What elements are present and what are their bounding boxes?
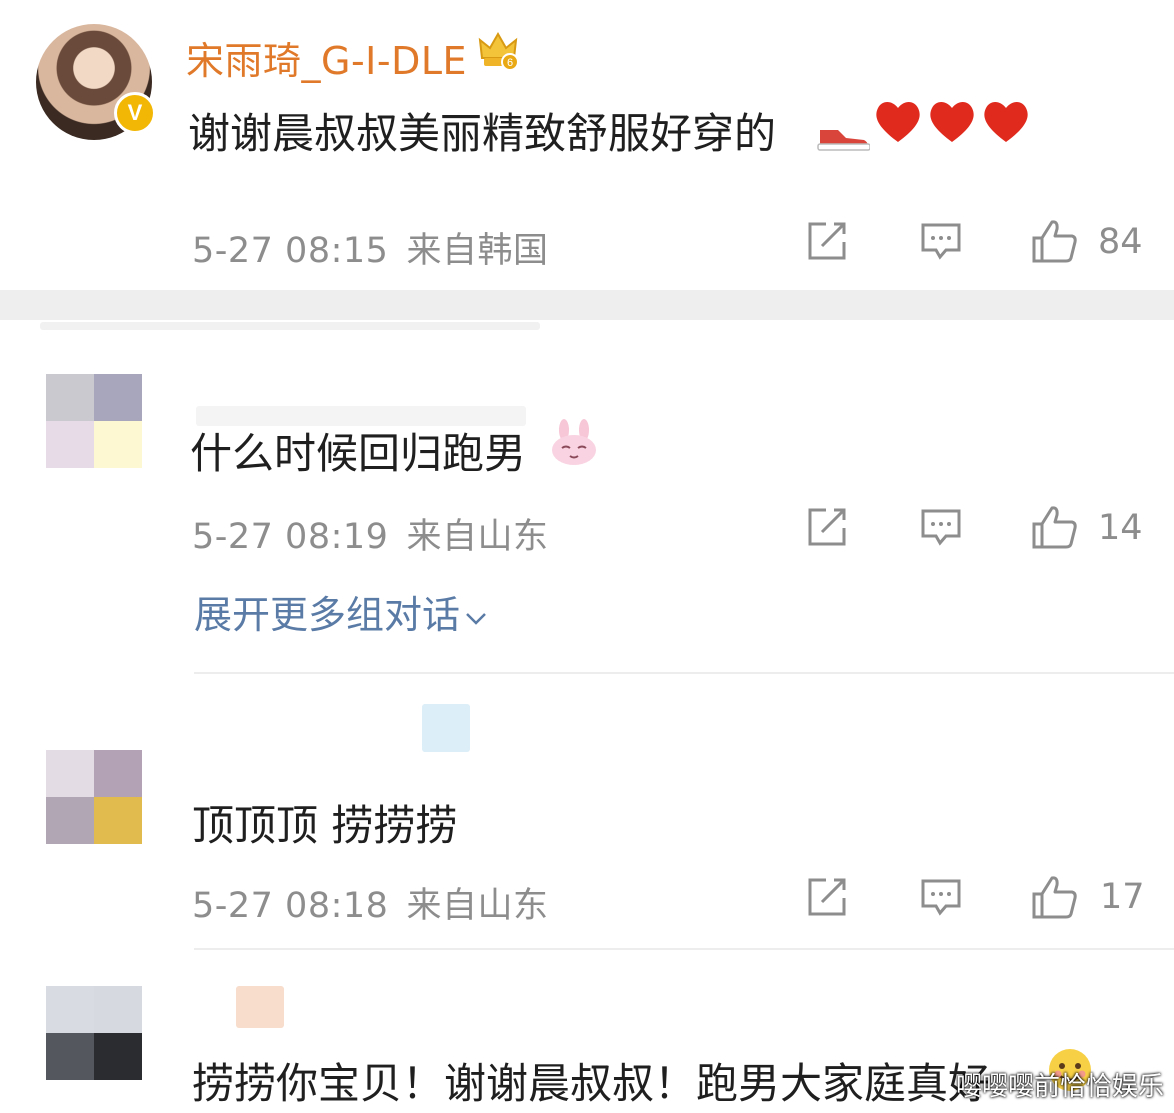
thumbs-up-icon[interactable] (1030, 874, 1078, 920)
comment-text-content: 捞捞你宝贝！谢谢晨叔叔！跑男大家庭真好 (192, 1059, 991, 1108)
svg-text:6: 6 (507, 57, 513, 69)
comment-location: 来自山东 (406, 517, 549, 557)
chevron-down-icon (466, 612, 486, 625)
repost-icon[interactable] (806, 506, 848, 548)
avatar-redacted[interactable] (46, 986, 142, 1080)
repost-icon[interactable] (806, 220, 848, 262)
like-count: 84 (1098, 222, 1143, 262)
avatar[interactable]: V (36, 24, 156, 140)
redacted-username (422, 704, 470, 752)
expand-more-link[interactable]: 展开更多组对话 (194, 584, 488, 639)
comment-time: 5-27 08:15 (192, 231, 389, 271)
crown-badge-icon: 6 (478, 31, 519, 71)
comment-meta: 5-27 08:18 来自山东 (192, 877, 548, 928)
comment-icon[interactable] (920, 506, 962, 548)
comment-meta: 5-27 08:15 来自韩国 (192, 222, 548, 273)
comment-text: 捞捞你宝贝！谢谢晨叔叔！跑男大家庭真好 (192, 1050, 990, 1111)
heart-icon (984, 102, 1028, 142)
comment-time: 5-27 08:19 (192, 517, 389, 557)
divider (194, 948, 1174, 950)
comment-text: 顶顶顶 捞捞捞 (192, 792, 457, 853)
comment-text-content: 顶顶顶 捞捞捞 (192, 801, 458, 850)
like-count: 17 (1100, 877, 1145, 917)
comment-location: 来自山东 (406, 886, 549, 926)
comment-text: 谢谢晨叔叔美丽精致舒服好穿的 (188, 100, 776, 161)
comment-text: 什么时候回归跑男 (190, 420, 526, 481)
redacted-strip (40, 322, 540, 330)
comment-text-content: 什么时候回归跑男 (190, 429, 527, 478)
comment-location: 来自韩国 (406, 231, 549, 271)
thumbs-up-icon[interactable] (1030, 218, 1078, 264)
sneaker-icon (817, 130, 870, 151)
divider (194, 672, 1174, 674)
bunny-emoji-icon (552, 419, 596, 465)
redacted-username (236, 986, 284, 1028)
thumbs-up-icon[interactable] (1030, 504, 1078, 550)
heart-icon (876, 102, 920, 142)
comment-meta: 5-27 08:19 来自山东 (192, 508, 548, 559)
comment-icon[interactable] (920, 876, 962, 918)
repost-icon[interactable] (806, 876, 848, 918)
heart-icon (930, 102, 974, 142)
comment-time: 5-27 08:18 (192, 886, 389, 926)
section-separator (0, 290, 1174, 320)
expand-more-label: 展开更多组对话 (194, 593, 461, 637)
comment-icon[interactable] (920, 220, 962, 262)
comment-text-content: 谢谢晨叔叔美丽精致舒服好穿的 (188, 109, 777, 158)
watermark: 嘤嘤嘤前恰恰娱乐 (955, 1072, 1164, 1102)
avatar-redacted[interactable] (46, 374, 142, 468)
comment-username[interactable]: 宋雨琦_G-I-DLE (186, 30, 467, 85)
verified-v-icon: V (114, 92, 156, 134)
avatar-redacted[interactable] (46, 750, 142, 844)
like-count: 14 (1098, 508, 1143, 548)
